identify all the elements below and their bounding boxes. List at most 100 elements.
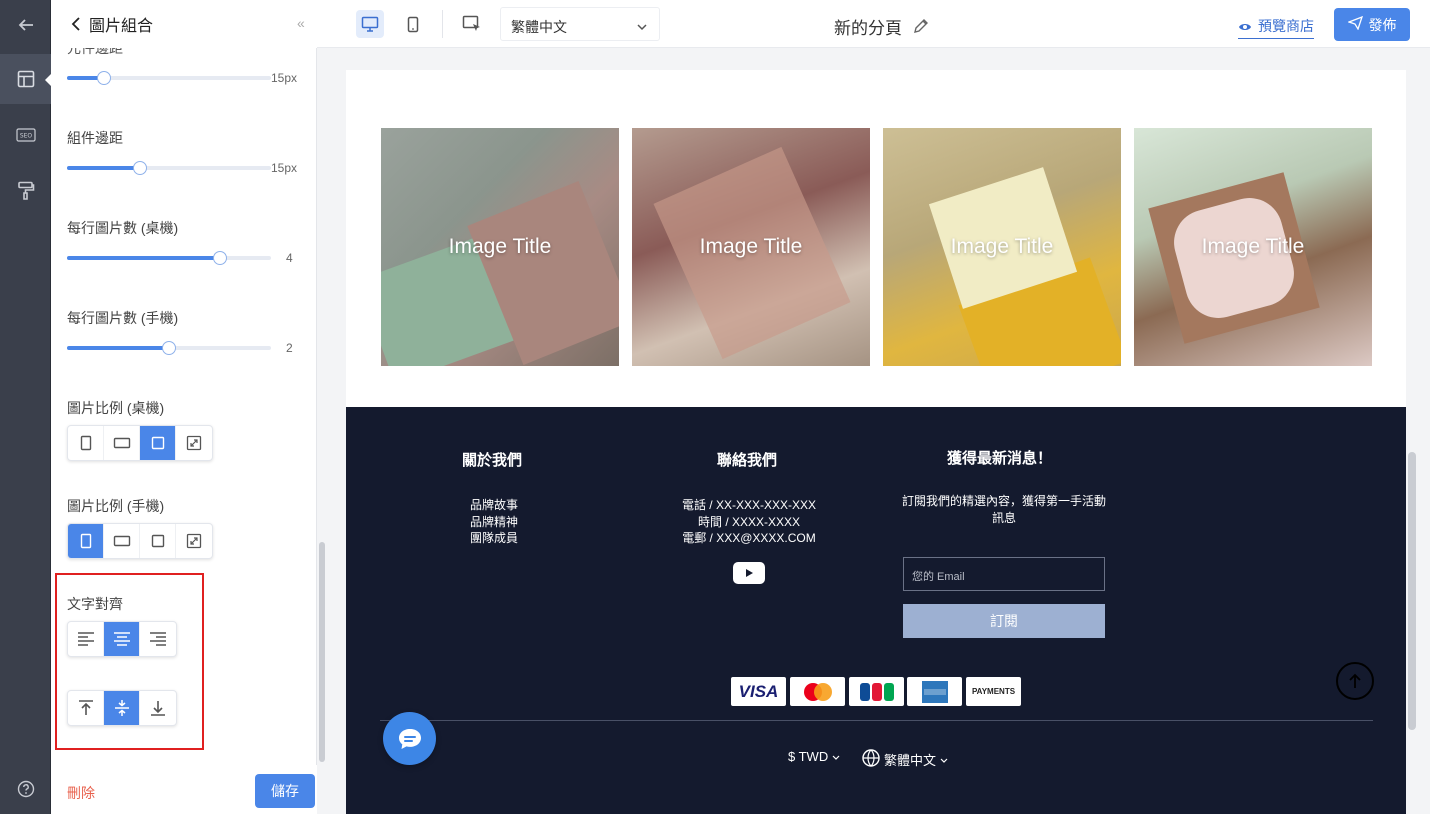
chevron-down-icon — [637, 18, 647, 34]
youtube-icon[interactable] — [733, 562, 765, 584]
svg-text:SEO: SEO — [19, 133, 32, 140]
preview-store-label: 預覽商店 — [1258, 18, 1314, 34]
language-select[interactable]: 繁體中文 — [500, 7, 660, 41]
panel-footer: 刪除 儲存 — [51, 765, 317, 814]
top-slider[interactable] — [67, 71, 271, 85]
panel-scrollbar[interactable] — [319, 542, 325, 762]
mobile-view-icon[interactable] — [399, 10, 427, 38]
footer-link[interactable]: 品牌精神 — [469, 514, 519, 531]
collapse-icon[interactable]: « — [297, 15, 305, 31]
portrait-ratio-button[interactable] — [68, 426, 104, 460]
page-title[interactable]: 新的分頁 — [834, 14, 929, 39]
gallery-image-3[interactable]: Image Title — [883, 128, 1121, 366]
slider-knob[interactable] — [96, 71, 111, 85]
subscribe-button[interactable]: 訂閱 — [903, 604, 1105, 638]
slider-value: 15px — [271, 161, 298, 175]
desktop-ratio-group — [67, 425, 213, 461]
footer-divider — [380, 720, 1373, 721]
back-chevron-icon[interactable] — [71, 17, 81, 31]
footer-language-select[interactable]: 繁體中文 — [862, 749, 948, 770]
currency-label: $ TWD — [788, 749, 829, 764]
amex-logo — [907, 677, 962, 706]
canvas-scrollbar[interactable] — [1408, 452, 1416, 730]
desktop-images-per-row-slider[interactable] — [67, 251, 271, 265]
slider-knob[interactable] — [213, 251, 227, 265]
newsletter-text: 訂閱我們的精選內容，獲得第一手活動訊息 — [901, 494, 1106, 525]
scroll-to-top-button[interactable] — [1336, 662, 1374, 700]
image-title: Image Title — [699, 235, 803, 258]
arrow-up-icon — [1349, 673, 1361, 688]
about-links: 品牌故事 品牌精神 團隊成員 — [469, 497, 519, 547]
contact-hours: 時間 / XXXX-XXXX — [697, 514, 801, 529]
gallery-image-4[interactable]: Image Title — [1134, 128, 1372, 366]
publish-button[interactable]: 發佈 — [1334, 8, 1410, 41]
paint-roller-icon[interactable] — [0, 166, 51, 216]
mastercard-logo — [790, 677, 845, 706]
gallery-image-2[interactable]: Image Title — [632, 128, 870, 366]
help-icon[interactable] — [0, 764, 51, 814]
original-ratio-button[interactable] — [176, 524, 212, 558]
slider-value: 2 — [286, 341, 293, 355]
payments-text: PAYMENTS — [971, 687, 1016, 696]
slider-knob[interactable] — [162, 341, 176, 355]
slider-knob[interactable] — [133, 161, 148, 175]
cursor-select-icon[interactable] — [458, 10, 486, 38]
landscape-ratio-button[interactable] — [104, 426, 140, 460]
language-select-value: 繁體中文 — [511, 19, 567, 35]
desktop-view-icon[interactable] — [356, 10, 384, 38]
contact-heading: 聯絡我們 — [717, 452, 778, 469]
slider-value: 4 — [286, 251, 293, 265]
layout-icon[interactable] — [0, 54, 52, 104]
footer-link[interactable]: 團隊成員 — [469, 530, 519, 547]
publish-label: 發佈 — [1368, 16, 1397, 33]
preview-store-link[interactable]: 預覽商店 — [1238, 16, 1314, 39]
chat-bubble-icon — [398, 728, 421, 749]
original-ratio-button[interactable] — [176, 426, 212, 460]
chevron-down-icon — [940, 752, 948, 767]
mobile-images-per-row-slider[interactable] — [67, 341, 271, 355]
globe-icon — [862, 749, 880, 770]
footer-link[interactable]: 品牌故事 — [469, 497, 519, 514]
landscape-ratio-button[interactable] — [104, 524, 140, 558]
component-margin-label: 組件邊距 — [67, 130, 123, 146]
contact-lines: 電話 / XX-XXX-XXX-XXX 時間 / XXXX-XXXX 電郵 / … — [669, 497, 829, 547]
toolbar-divider — [442, 10, 443, 38]
image-title: Image Title — [1201, 235, 1305, 258]
slider-fill — [67, 346, 169, 350]
visa-logo: VISA — [731, 677, 786, 706]
payments-logo: PAYMENTS — [966, 677, 1021, 706]
desktop-images-per-row-label: 每行圖片數 (桌機) — [67, 220, 179, 236]
panel-header: 圖片組合 « — [51, 0, 317, 48]
image-title: Image Title — [448, 235, 552, 258]
annotation-highlight-box — [55, 573, 204, 750]
slider-value: 15px — [271, 71, 298, 85]
site-footer: 關於我們 品牌故事 品牌精神 團隊成員 聯絡我們 電話 / XX-XXX-XXX… — [346, 407, 1406, 814]
currency-select[interactable]: $ TWD — [788, 749, 840, 764]
footer-language-label: 繁體中文 — [884, 753, 937, 768]
back-arrow-icon[interactable] — [0, 0, 51, 50]
square-ratio-button[interactable] — [140, 524, 176, 558]
email-input[interactable]: 您的 Email — [903, 557, 1105, 591]
mobile-ratio-label: 圖片比例 (手機) — [67, 498, 165, 514]
pencil-icon[interactable] — [913, 19, 929, 38]
newsletter-heading: 獲得最新消息！ — [947, 450, 1053, 467]
slider-fill — [67, 256, 220, 260]
square-ratio-button[interactable] — [140, 426, 176, 460]
save-button[interactable]: 儲存 — [255, 774, 315, 808]
eye-icon — [1238, 19, 1252, 35]
top-bar: 繁體中文 新的分頁 預覽商店 發佈 — [317, 0, 1430, 48]
panel-title: 圖片組合 — [89, 18, 154, 35]
portrait-ratio-button[interactable] — [68, 524, 104, 558]
page-title-text: 新的分頁 — [834, 19, 902, 38]
mobile-ratio-group — [67, 523, 213, 559]
desktop-ratio-label: 圖片比例 (桌機) — [67, 400, 165, 416]
contact-phone: 電話 / XX-XXX-XXX-XXX — [681, 498, 817, 512]
chat-button[interactable] — [383, 712, 436, 765]
jcb-logo — [849, 677, 904, 706]
gallery-image-1[interactable]: Image Title — [381, 128, 619, 366]
component-margin-slider[interactable] — [67, 161, 271, 175]
image-title: Image Title — [950, 235, 1054, 258]
mobile-images-per-row-label: 每行圖片數 (手機) — [67, 310, 179, 326]
delete-button[interactable]: 刪除 — [67, 783, 95, 803]
seo-icon[interactable]: SEO — [0, 110, 51, 160]
